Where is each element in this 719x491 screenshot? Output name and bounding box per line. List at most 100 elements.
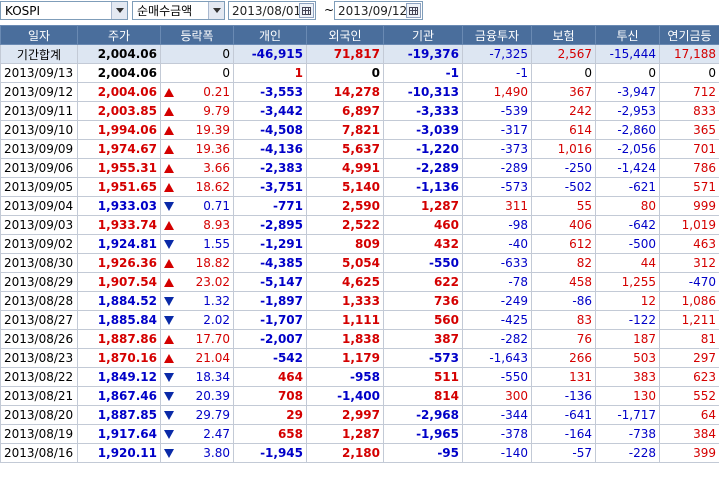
row-institution: -550 <box>383 253 463 273</box>
triangle-down-icon <box>164 449 174 458</box>
table-row[interactable]: 2013/09/12 2,004.06 0.21 -3,553 14,278 -10,31… <box>0 82 719 102</box>
row-financial-investment: -249 <box>462 291 532 311</box>
row-change: 19.39 <box>160 120 234 140</box>
row-financial-investment: 1,490 <box>462 82 532 102</box>
calendar-icon[interactable] <box>406 3 421 18</box>
row-investment-trust: -642 <box>595 215 660 235</box>
row-date: 2013/09/13 <box>0 63 78 83</box>
row-institution: 432 <box>383 234 463 254</box>
row-price: 1,933.74 <box>77 215 161 235</box>
table-row[interactable]: 2013/09/11 2,003.85 9.79 -3,442 6,897 -3,333-… <box>0 101 719 121</box>
table-row[interactable]: 2013/08/23 1,870.16 21.04 -542 1,179 -573 -1,6… <box>0 348 719 368</box>
header-col-individual[interactable]: 개인 <box>233 25 307 45</box>
triangle-down-icon <box>164 430 174 439</box>
market-select[interactable]: KOSPI <box>0 1 128 20</box>
header-col-financial-investment[interactable]: 금융투자 <box>462 25 532 45</box>
table-row[interactable]: 2013/09/02 1,924.81 1.55 -1,291 809 432 -40 612… <box>0 234 719 254</box>
row-financial-investment: -98 <box>462 215 532 235</box>
mode-select[interactable]: 순매수금액 <box>132 1 225 20</box>
row-investment-trust: 130 <box>595 386 660 406</box>
row-institution: -1,136 <box>383 177 463 197</box>
row-price: 2,003.85 <box>77 101 161 121</box>
table-row[interactable]: 2013/08/20 1,887.85 29.79 29 2,997 -2,968 -344… <box>0 405 719 425</box>
row-insurance: 458 <box>531 272 596 292</box>
table-row[interactable]: 2013/09/04 1,933.03 0.71 -771 2,590 1,287 311 5… <box>0 196 719 216</box>
triangle-down-icon <box>164 316 174 325</box>
row-investment-trust: -2,953 <box>595 101 660 121</box>
chevron-down-icon[interactable] <box>208 2 224 19</box>
row-date: 2013/08/22 <box>0 367 78 387</box>
row-investment-trust: 383 <box>595 367 660 387</box>
table-row[interactable]: 2013/08/19 1,917.64 2.47 658 1,287 -1,965 -378… <box>0 424 719 444</box>
row-change: 8.93 <box>160 215 234 235</box>
header-col-investment-trust[interactable]: 투신 <box>595 25 660 45</box>
row-individual: -1,897 <box>233 291 307 311</box>
row-change: 20.39 <box>160 386 234 406</box>
table-row[interactable]: 2013/09/13 2,004.06 0 1 0 -1 -1 0 0 0 <box>0 63 719 83</box>
row-institution: 1,287 <box>383 196 463 216</box>
row-foreign: 1,333 <box>306 291 384 311</box>
row-pension-fund: 399 <box>659 443 719 463</box>
table-row[interactable]: 2013/08/30 1,926.36 18.82 -4,385 5,054 -550 -6… <box>0 253 719 273</box>
row-insurance: -164 <box>531 424 596 444</box>
chevron-down-icon[interactable] <box>111 2 127 19</box>
row-pension-fund: 623 <box>659 367 719 387</box>
row-price: 2,004.06 <box>77 82 161 102</box>
table-row[interactable]: 2013/08/22 1,849.12 18.34 464 -958 511 -550 131… <box>0 367 719 387</box>
total-price: 2,004.06 <box>77 44 161 64</box>
row-financial-investment: -317 <box>462 120 532 140</box>
calendar-icon[interactable] <box>299 3 314 18</box>
triangle-down-icon <box>164 392 174 401</box>
table-row[interactable]: 2013/08/26 1,887.86 17.70 -2,007 1,838 387 -28… <box>0 329 719 349</box>
triangle-down-icon <box>164 240 174 249</box>
row-price: 1,907.54 <box>77 272 161 292</box>
table-row[interactable]: 2013/08/16 1,920.11 3.80 -1,945 2,180 -95 -140… <box>0 443 719 463</box>
row-change: 17.70 <box>160 329 234 349</box>
header-col-pension-fund[interactable]: 연기금등 <box>659 25 719 45</box>
table-row[interactable]: 2013/09/03 1,933.74 8.93 -2,895 2,522 460 -98 4… <box>0 215 719 235</box>
table-row[interactable]: 2013/08/27 1,885.84 2.02 -1,707 1,111 560 -425… <box>0 310 719 330</box>
header-col-price[interactable]: 주가 <box>77 25 161 45</box>
row-date: 2013/08/23 <box>0 348 78 368</box>
triangle-up-icon <box>164 107 174 116</box>
row-individual: -3,442 <box>233 101 307 121</box>
header-col-insurance[interactable]: 보험 <box>531 25 596 45</box>
row-insurance: 76 <box>531 329 596 349</box>
row-foreign: 5,637 <box>306 139 384 159</box>
table-row[interactable]: 2013/09/05 1,951.65 18.62 -3,751 5,140 -1,136… <box>0 177 719 197</box>
row-institution: -1,965 <box>383 424 463 444</box>
header-col-institution[interactable]: 기관 <box>383 25 463 45</box>
triangle-up-icon <box>164 88 174 97</box>
header-col-change[interactable]: 등락폭 <box>160 25 234 45</box>
row-foreign: 1,838 <box>306 329 384 349</box>
row-institution: 460 <box>383 215 463 235</box>
header-col-foreign[interactable]: 외국인 <box>306 25 384 45</box>
row-institution: -3,333 <box>383 101 463 121</box>
row-price: 2,004.06 <box>77 63 161 83</box>
table-row[interactable]: 2013/09/06 1,955.31 3.66 -2,383 4,991 -2,289-… <box>0 158 719 178</box>
row-individual: -4,136 <box>233 139 307 159</box>
row-individual: 29 <box>233 405 307 425</box>
row-financial-investment: -289 <box>462 158 532 178</box>
row-pension-fund: 833 <box>659 101 719 121</box>
header-col-date[interactable]: 일자 <box>0 25 78 45</box>
date-from-field[interactable]: 2013/08/01 <box>228 1 316 20</box>
table-row[interactable]: 2013/08/29 1,907.54 23.02 -5,147 4,625 622 -78… <box>0 272 719 292</box>
row-insurance: 266 <box>531 348 596 368</box>
row-pension-fund: 712 <box>659 82 719 102</box>
date-to-field[interactable]: 2013/09/12 <box>334 1 423 20</box>
table-row[interactable]: 2013/08/28 1,884.52 1.32 -1,897 1,333 736 -249… <box>0 291 719 311</box>
period-total-row[interactable]: 기간합계 2,004.06 0 -46,915 71,817 -19,376 -… <box>0 44 719 64</box>
table-row[interactable]: 2013/09/09 1,974.67 19.36 -4,136 5,637 -1,220… <box>0 139 719 159</box>
row-individual: -3,751 <box>233 177 307 197</box>
row-pension-fund: 552 <box>659 386 719 406</box>
row-change: 18.82 <box>160 253 234 273</box>
row-investment-trust: 80 <box>595 196 660 216</box>
triangle-up-icon <box>164 221 174 230</box>
row-foreign: 5,140 <box>306 177 384 197</box>
table-row[interactable]: 2013/09/10 1,994.06 19.39 -4,508 7,821 -3,039… <box>0 120 719 140</box>
row-investment-trust: -122 <box>595 310 660 330</box>
table-row[interactable]: 2013/08/21 1,867.46 20.39 708 -1,400 814 300 -1… <box>0 386 719 406</box>
row-date: 2013/09/03 <box>0 215 78 235</box>
row-individual: -4,508 <box>233 120 307 140</box>
